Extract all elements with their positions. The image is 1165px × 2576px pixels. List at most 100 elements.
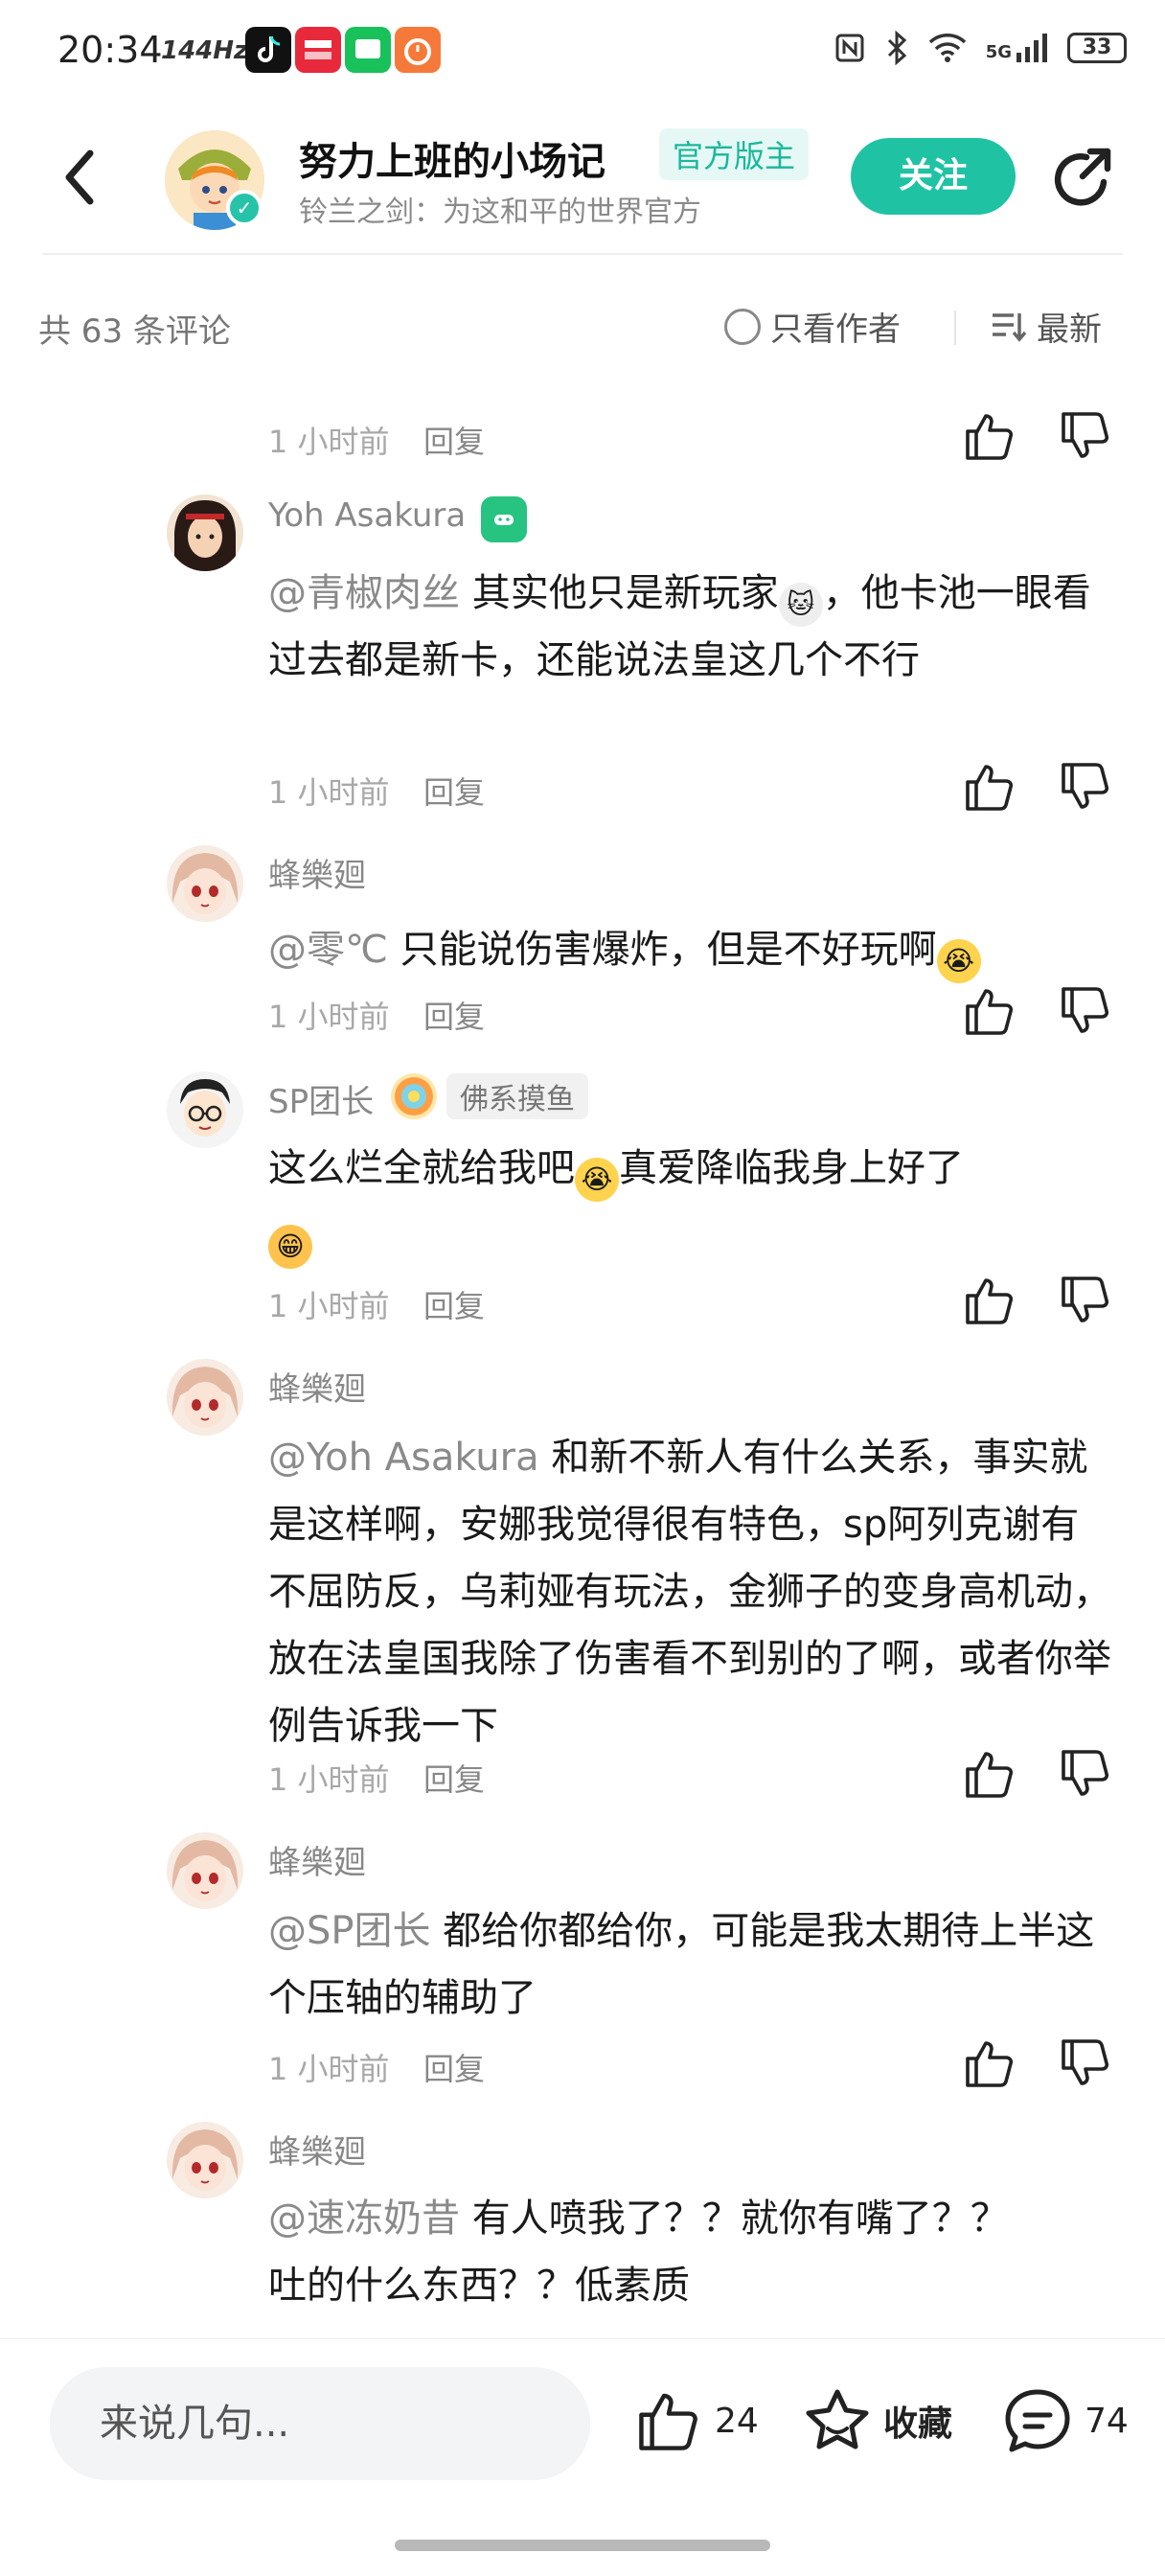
comments-button[interactable]: 74	[1002, 2386, 1129, 2455]
like-icon[interactable]	[962, 759, 1017, 815]
share-button[interactable]	[1048, 144, 1117, 213]
comment-body: 和新不新人有什么关系，事实就是这样啊，安娜我觉得很有特色，sp阿列克谢有不屈防反…	[268, 1436, 1111, 1748]
comment-time: 1 小时前	[268, 774, 390, 811]
mention-link[interactable]: @Yoh Asakura	[268, 1436, 539, 1480]
commenter-avatar[interactable]	[167, 1071, 243, 1148]
signal-icon: 5G	[986, 34, 1048, 62]
comment-time: 1 小时前	[268, 999, 390, 1035]
bluetooth-icon	[887, 31, 906, 65]
favorite-button[interactable]: 收藏	[803, 2386, 952, 2455]
battery-icon: 33	[1067, 33, 1127, 63]
crying-emoji-icon: 😭	[936, 939, 981, 983]
wifi-icon	[928, 34, 966, 62]
chat-app-icon	[345, 27, 391, 73]
commenter-name[interactable]: SP团长	[268, 1075, 374, 1122]
reply-button[interactable]: 回复	[423, 2045, 485, 2089]
dislike-icon[interactable]	[1058, 1273, 1113, 1328]
dislike-icon[interactable]	[1058, 759, 1113, 815]
like-count: 24	[715, 2401, 759, 2441]
nfc-icon	[835, 34, 864, 62]
comment-body: 只能说伤害爆炸，但是不好玩啊	[387, 928, 937, 972]
crying-emoji-icon: 😭	[575, 1158, 619, 1202]
comment-text: @SP团长 都给你都给你，可能是我太期待上半这个压轴的辅助了	[268, 1898, 1111, 2032]
refresh-rate: 144Hz	[161, 36, 249, 65]
user-tag: 佛系摸鱼	[446, 1073, 588, 1119]
star-icon	[806, 2389, 869, 2450]
sort-icon	[993, 312, 1027, 342]
comment-count: 共 63 条评论	[38, 312, 231, 351]
comment-time: 1 小时前	[268, 2051, 390, 2087]
reply-button[interactable]: 回复	[423, 1756, 485, 1800]
sort-button[interactable]: 最新	[991, 303, 1102, 350]
home-indicator[interactable]	[395, 2540, 770, 2551]
commenter-avatar[interactable]	[167, 1832, 243, 1909]
commenter-avatar[interactable]	[167, 1359, 243, 1436]
favorite-label: 收藏	[883, 2404, 953, 2444]
comment-input[interactable]: 来说几句...	[50, 2367, 590, 2480]
like-icon	[639, 2393, 697, 2450]
dislike-icon[interactable]	[1058, 2036, 1113, 2091]
header-divider	[42, 253, 1123, 255]
like-post-button[interactable]: 24	[634, 2386, 759, 2455]
follow-button[interactable]: 关注	[851, 138, 1016, 215]
back-button[interactable]	[57, 144, 105, 211]
reply-button[interactable]: 回复	[423, 769, 485, 813]
mention-link[interactable]: @青椒肉丝	[268, 571, 460, 615]
comment-total: 74	[1085, 2401, 1129, 2441]
commenter-name[interactable]: Yoh Asakura	[268, 496, 466, 535]
commenter-name[interactable]: 蜂樂廻	[268, 849, 366, 896]
chevron-left-icon	[65, 150, 94, 205]
commenter-name[interactable]: 蜂樂廻	[268, 2126, 366, 2173]
reply-button[interactable]: 回复	[423, 1282, 485, 1326]
commenter-name[interactable]: 蜂樂廻	[268, 1836, 366, 1883]
reply-button[interactable]: 回复	[423, 993, 485, 1037]
comment-time: 1 小时前	[268, 1761, 390, 1798]
comment-text: 这么烂全就给我吧 😭 真爱降临我身上好了 😁	[268, 1135, 1111, 1269]
page-title: 努力上班的小场记	[299, 140, 605, 184]
like-icon[interactable]	[962, 983, 1017, 1039]
like-icon[interactable]	[962, 408, 1017, 464]
comment-text: @速冻奶昔 有人喷我了？？就你有嘴了？？吐的什么东西？？低素质	[268, 2185, 1016, 2319]
mention-link[interactable]: @SP团长	[268, 1909, 431, 1953]
reply-button[interactable]: 回复	[423, 418, 485, 462]
gamepad-badge-icon	[481, 496, 527, 542]
dislike-icon[interactable]	[1058, 983, 1113, 1039]
verified-icon: ✓	[226, 190, 263, 226]
comment-body: 其实他只是新玩家	[460, 571, 779, 615]
system-status: 5G 33	[834, 31, 1127, 65]
dislike-icon[interactable]	[1058, 408, 1113, 464]
like-icon[interactable]	[962, 2036, 1017, 2091]
timer-app-icon	[395, 27, 441, 73]
radio-icon	[724, 308, 761, 345]
tiktok-icon	[245, 27, 291, 73]
xiaohongshu-icon	[295, 27, 341, 73]
cat-emoji-icon: 🐱	[778, 583, 823, 627]
commenter-avatar[interactable]	[167, 494, 243, 571]
mention-link[interactable]: @速冻奶昔	[268, 2196, 460, 2241]
sort-label: 最新	[1037, 310, 1102, 349]
commenter-avatar[interactable]	[167, 845, 243, 922]
comment-time: 1 小时前	[268, 424, 390, 460]
grinning-emoji-icon: 😁	[268, 1225, 312, 1269]
dislike-icon[interactable]	[1058, 1746, 1113, 1802]
comment-time: 1 小时前	[268, 1288, 390, 1324]
official-badge: 官方版主	[659, 128, 810, 180]
status-time: 20:34	[57, 29, 163, 71]
commenter-avatar[interactable]	[167, 2122, 243, 2198]
mention-link[interactable]: @零℃	[268, 928, 388, 972]
like-icon[interactable]	[962, 1746, 1017, 1802]
comment-text: @零℃ 只能说伤害爆炸，但是不好玩啊 😭	[268, 916, 1111, 983]
author-subtitle: 铃兰之剑：为这和平的世界官方	[299, 196, 701, 229]
commenter-name[interactable]: 蜂樂廻	[268, 1363, 366, 1410]
comment-body: 这么烂全就给我吧	[268, 1146, 575, 1190]
like-icon[interactable]	[962, 1273, 1017, 1328]
comment-text: @Yoh Asakura 和新不新人有什么关系，事实就是这样啊，安娜我觉得很有特…	[268, 1424, 1111, 1760]
toolbar-separator	[954, 310, 956, 345]
fishing-badge-icon	[391, 1073, 437, 1119]
share-icon	[1054, 148, 1111, 206]
comment-bubble-icon	[1005, 2389, 1070, 2452]
only-author-label: 只看作者	[770, 310, 901, 349]
comment-body: 真爱降临我身上好了	[619, 1146, 964, 1190]
only-author-toggle[interactable]: 只看作者	[724, 303, 901, 350]
comment-text: @青椒肉丝 其实他只是新玩家 🐱 ，他卡池一眼看过去都是新卡，还能说法皇这几个不行	[268, 560, 1111, 694]
